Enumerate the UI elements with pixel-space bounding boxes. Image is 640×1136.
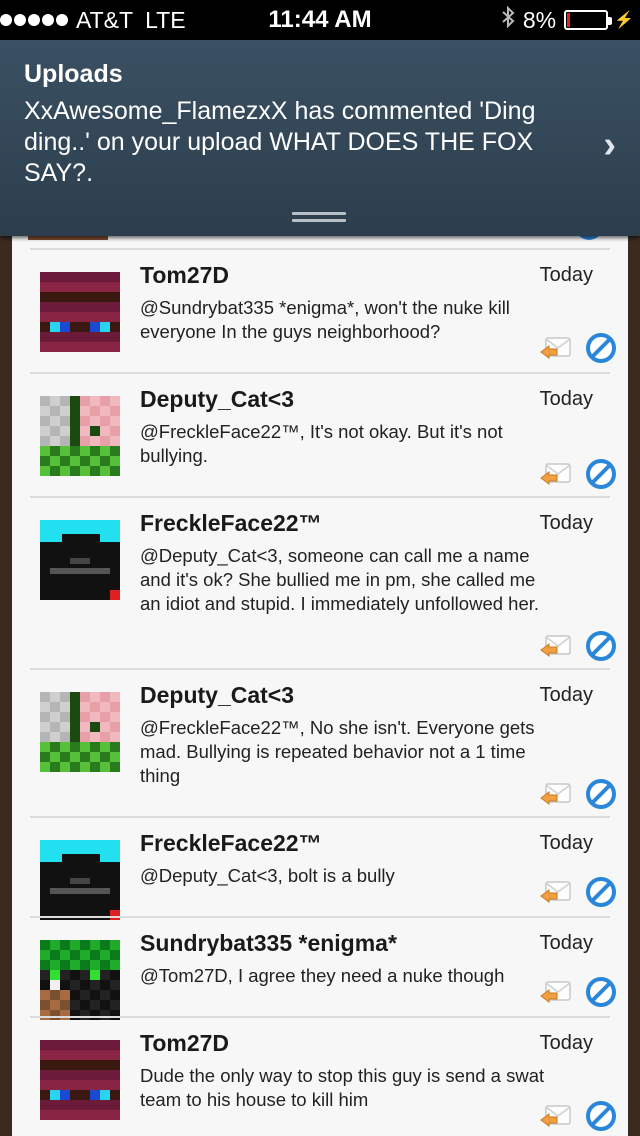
avatar[interactable] [40,520,120,600]
block-icon[interactable] [585,778,617,810]
comments-panel[interactable]: Tom27D Today @Sundrybat335 *enigma*, won't… [12,220,628,1136]
notification-title: Uploads [24,60,123,88]
comment-username[interactable]: Tom27D [140,262,229,289]
status-bar: AT&T LTE 11:44 AM 8% ⚡ [0,0,640,40]
notification-banner[interactable]: Uploads XxAwesome_FlamezxX has commented… [0,40,640,236]
comment-username[interactable]: Deputy_Cat<3 [140,682,294,709]
avatar[interactable] [40,396,120,476]
reply-icon[interactable] [540,336,572,362]
block-icon[interactable] [585,876,617,908]
avatar[interactable] [40,940,120,1020]
status-right: 8% ⚡ [501,0,634,40]
comment-text: @FreckleFace22™, It's not okay. But it's… [140,421,503,466]
comment-text: @Deputy_Cat<3, bolt is a bully [140,865,395,886]
comment-text: @Tom27D, I agree they need a nuke though [140,965,505,986]
comment-username[interactable]: Sundrybat335 *enigma* [140,930,397,957]
reply-icon[interactable] [540,980,572,1006]
comment-time: Today [539,684,593,706]
comment-time: Today [539,1032,593,1054]
reply-icon[interactable] [540,634,572,660]
reply-icon[interactable] [540,880,572,906]
drag-handle[interactable] [292,212,346,226]
comment-time: Today [539,388,593,410]
comment-text: @Sundrybat335 *enigma*, won't the nuke k… [140,297,510,342]
comment-username[interactable]: Tom27D [140,1030,229,1057]
block-icon[interactable] [585,976,617,1008]
comment-time: Today [539,832,593,854]
avatar[interactable] [40,692,120,772]
bluetooth-icon [501,5,515,34]
comment-text: @FreckleFace22™, No she isn't. Everyone … [140,717,535,786]
reply-icon[interactable] [540,1104,572,1130]
comment-time: Today [539,512,593,534]
avatar[interactable] [40,1040,120,1120]
block-icon[interactable] [585,630,617,662]
block-icon[interactable] [585,458,617,490]
avatar[interactable] [40,272,120,352]
comment-username[interactable]: FreckleFace22™ [140,510,322,537]
comment-text: @Deputy_Cat<3, someone can call me a nam… [140,545,540,614]
charging-icon: ⚡ [614,12,634,29]
avatar[interactable] [40,840,120,920]
comment-username[interactable]: Deputy_Cat<3 [140,386,294,413]
comment-time: Today [539,264,593,286]
battery-icon [564,10,613,30]
chevron-right-icon[interactable]: › [603,124,616,167]
battery-percent: 8% [522,6,557,33]
reply-icon[interactable] [540,782,572,808]
block-icon[interactable] [585,1100,617,1132]
comment-time: Today [539,932,593,954]
comment-text: Dude the only way to stop this guy is se… [140,1065,545,1110]
block-icon[interactable] [585,332,617,364]
notification-message: XxAwesome_FlamezxX has commented 'Ding d… [24,97,536,187]
comment-username[interactable]: FreckleFace22™ [140,830,322,857]
reply-icon[interactable] [540,462,572,488]
